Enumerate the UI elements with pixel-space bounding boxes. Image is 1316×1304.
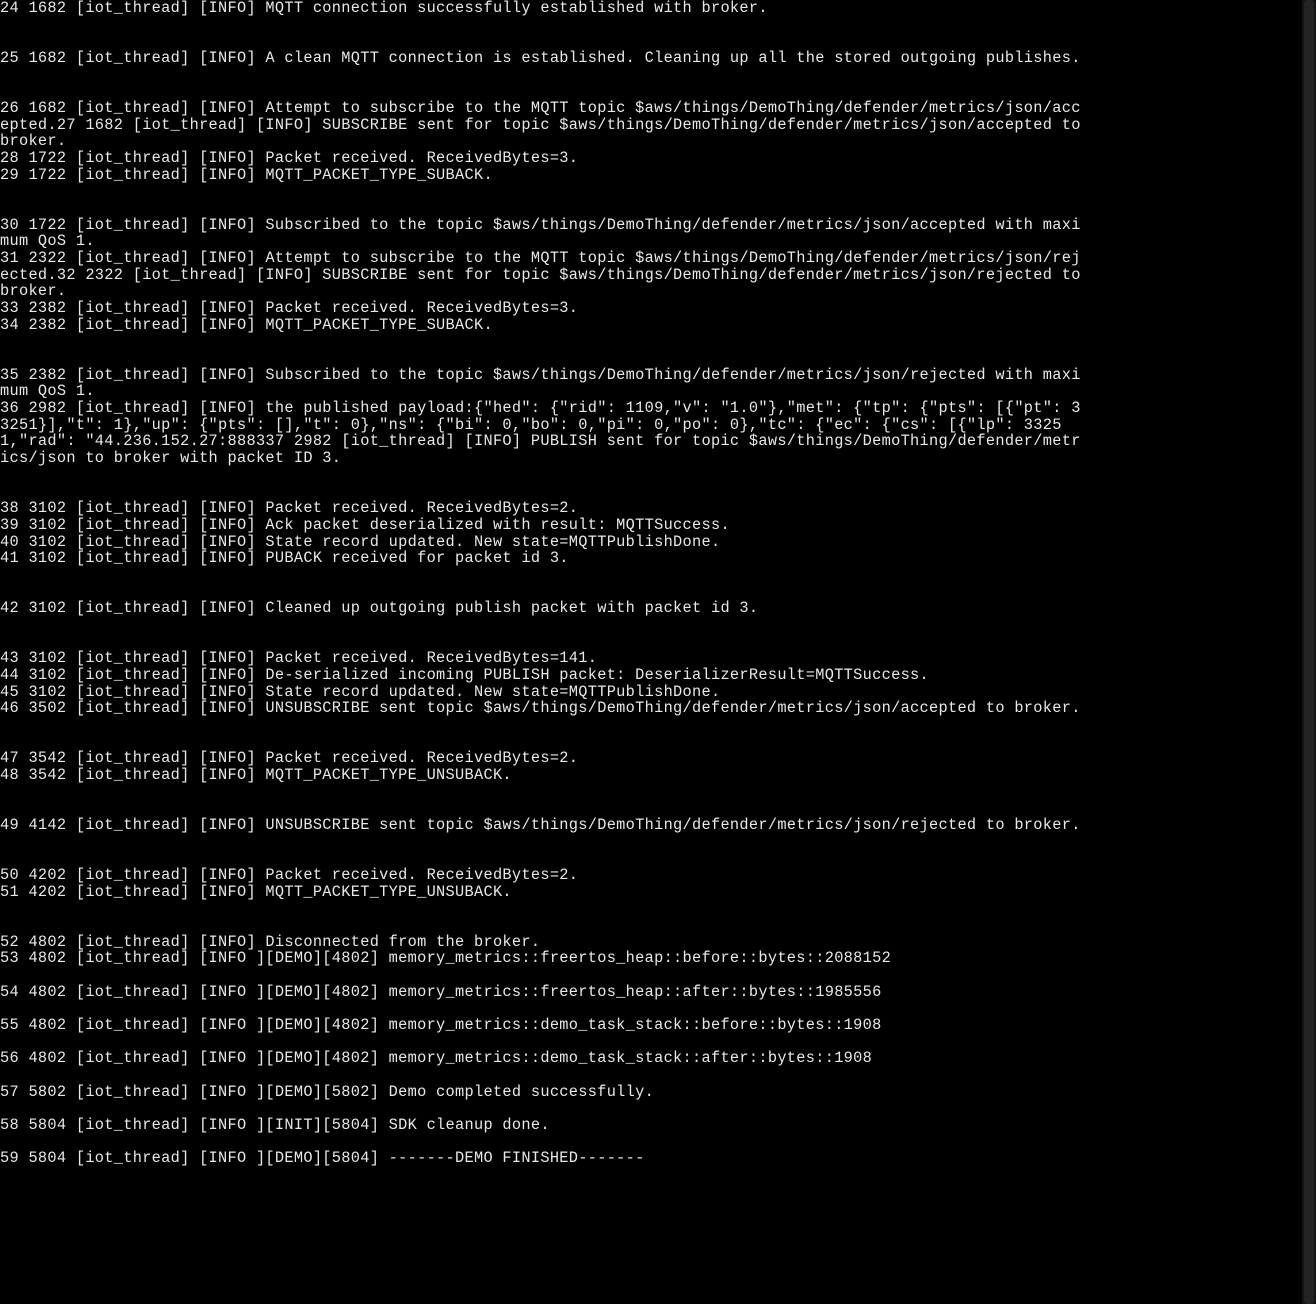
log-line: 49 4142 [iot_thread] [INFO] UNSUBSCRIBE …: [0, 817, 1085, 834]
log-line: 46 3502 [iot_thread] [INFO] UNSUBSCRIBE …: [0, 700, 1085, 717]
log-line: 53 4802 [iot_thread] [INFO ][DEMO][4802]…: [0, 950, 1085, 967]
log-line: 47 3542 [iot_thread] [INFO] Packet recei…: [0, 750, 1085, 767]
log-output[interactable]: 24 1682 [iot_thread] [INFO] MQTT connect…: [0, 0, 1085, 1167]
blank-line: [0, 1100, 1085, 1117]
blank-line: [0, 834, 1085, 851]
log-line: 29 1722 [iot_thread] [INFO] MQTT_PACKET_…: [0, 167, 1085, 184]
blank-line: [0, 33, 1085, 50]
blank-line: [0, 1134, 1085, 1151]
terminal-window: 24 1682 [iot_thread] [INFO] MQTT connect…: [0, 0, 1316, 1304]
scrollbar-track[interactable]: [1302, 0, 1316, 1304]
scrollbar-thumb[interactable]: [1304, 0, 1314, 1304]
log-line: 40 3102 [iot_thread] [INFO] State record…: [0, 534, 1085, 551]
blank-line: [0, 717, 1085, 734]
blank-line: [0, 350, 1085, 367]
log-line: 28 1722 [iot_thread] [INFO] Packet recei…: [0, 150, 1085, 167]
blank-line: [0, 917, 1085, 934]
log-line: 26 1682 [iot_thread] [INFO] Attempt to s…: [0, 100, 1085, 150]
log-line: 30 1722 [iot_thread] [INFO] Subscribed t…: [0, 217, 1085, 250]
blank-line: [0, 900, 1085, 917]
log-line: 36 2982 [iot_thread] [INFO] the publishe…: [0, 400, 1085, 467]
log-line: 54 4802 [iot_thread] [INFO ][DEMO][4802]…: [0, 984, 1085, 1001]
log-line: 33 2382 [iot_thread] [INFO] Packet recei…: [0, 300, 1085, 317]
blank-line: [0, 850, 1085, 867]
log-line: 50 4202 [iot_thread] [INFO] Packet recei…: [0, 867, 1085, 884]
log-line: 45 3102 [iot_thread] [INFO] State record…: [0, 684, 1085, 701]
blank-line: [0, 200, 1085, 217]
log-line: 44 3102 [iot_thread] [INFO] De-serialize…: [0, 667, 1085, 684]
log-line: 25 1682 [iot_thread] [INFO] A clean MQTT…: [0, 50, 1085, 67]
blank-line: [0, 567, 1085, 584]
blank-line: [0, 67, 1085, 84]
blank-line: [0, 784, 1085, 801]
log-line: 51 4202 [iot_thread] [INFO] MQTT_PACKET_…: [0, 884, 1085, 901]
blank-line: [0, 634, 1085, 651]
blank-line: [0, 967, 1085, 984]
log-line: 24 1682 [iot_thread] [INFO] MQTT connect…: [0, 0, 1085, 17]
log-line: 43 3102 [iot_thread] [INFO] Packet recei…: [0, 650, 1085, 667]
log-line: 56 4802 [iot_thread] [INFO ][DEMO][4802]…: [0, 1050, 1085, 1067]
log-line: 52 4802 [iot_thread] [INFO] Disconnected…: [0, 934, 1085, 951]
log-line: 41 3102 [iot_thread] [INFO] PUBACK recei…: [0, 550, 1085, 567]
log-line: 48 3542 [iot_thread] [INFO] MQTT_PACKET_…: [0, 767, 1085, 784]
log-line: 42 3102 [iot_thread] [INFO] Cleaned up o…: [0, 600, 1085, 617]
log-line: 39 3102 [iot_thread] [INFO] Ack packet d…: [0, 517, 1085, 534]
blank-line: [0, 584, 1085, 601]
log-line: 59 5804 [iot_thread] [INFO ][DEMO][5804]…: [0, 1150, 1085, 1167]
blank-line: [0, 800, 1085, 817]
log-line: 55 4802 [iot_thread] [INFO ][DEMO][4802]…: [0, 1017, 1085, 1034]
log-line: 34 2382 [iot_thread] [INFO] MQTT_PACKET_…: [0, 317, 1085, 334]
blank-line: [0, 17, 1085, 34]
blank-line: [0, 333, 1085, 350]
blank-line: [0, 734, 1085, 751]
blank-line: [0, 483, 1085, 500]
blank-line: [0, 617, 1085, 634]
blank-line: [0, 83, 1085, 100]
blank-line: [0, 1034, 1085, 1051]
log-line: 35 2382 [iot_thread] [INFO] Subscribed t…: [0, 367, 1085, 400]
log-line: 57 5802 [iot_thread] [INFO ][DEMO][5802]…: [0, 1084, 1085, 1101]
blank-line: [0, 1067, 1085, 1084]
blank-line: [0, 183, 1085, 200]
blank-line: [0, 1000, 1085, 1017]
log-line: 31 2322 [iot_thread] [INFO] Attempt to s…: [0, 250, 1085, 300]
blank-line: [0, 467, 1085, 484]
log-line: 58 5804 [iot_thread] [INFO ][INIT][5804]…: [0, 1117, 1085, 1134]
log-line: 38 3102 [iot_thread] [INFO] Packet recei…: [0, 500, 1085, 517]
